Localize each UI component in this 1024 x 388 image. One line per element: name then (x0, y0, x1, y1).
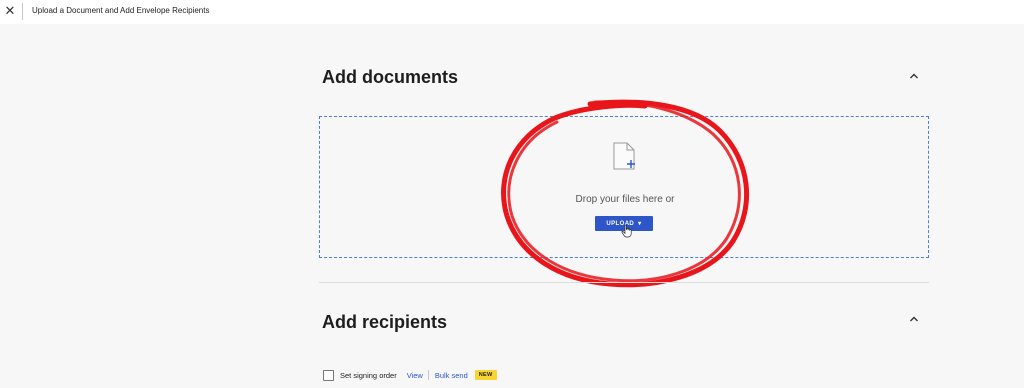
view-link[interactable]: View (407, 371, 423, 380)
bulk-send-link[interactable]: Bulk send (435, 371, 468, 380)
hand-cursor-icon (621, 224, 633, 238)
close-icon[interactable]: ✕ (3, 4, 17, 18)
add-documents-heading: Add documents (322, 67, 459, 87)
chevron-up-icon[interactable] (907, 312, 921, 326)
new-badge: NEW (474, 370, 497, 380)
row-divider (427, 370, 429, 380)
section-divider (319, 282, 929, 283)
add-recipients-heading: Add recipients (322, 312, 448, 332)
caret-down-icon: ▾ (638, 221, 642, 227)
signing-order-label: Set signing order (340, 370, 397, 380)
topbar-divider (22, 3, 23, 20)
chevron-up-icon[interactable] (907, 69, 921, 83)
document-add-icon (613, 142, 637, 170)
signing-order-checkbox[interactable] (323, 369, 334, 381)
top-bar: ✕ Upload a Document and Add Envelope Rec… (0, 0, 1024, 24)
drop-files-prompt: Drop your files here or (575, 194, 675, 205)
recipients-options-row: Set signing order View Bulk send NEW (323, 368, 497, 382)
window-title: Upload a Document and Add Envelope Recip… (32, 6, 210, 15)
